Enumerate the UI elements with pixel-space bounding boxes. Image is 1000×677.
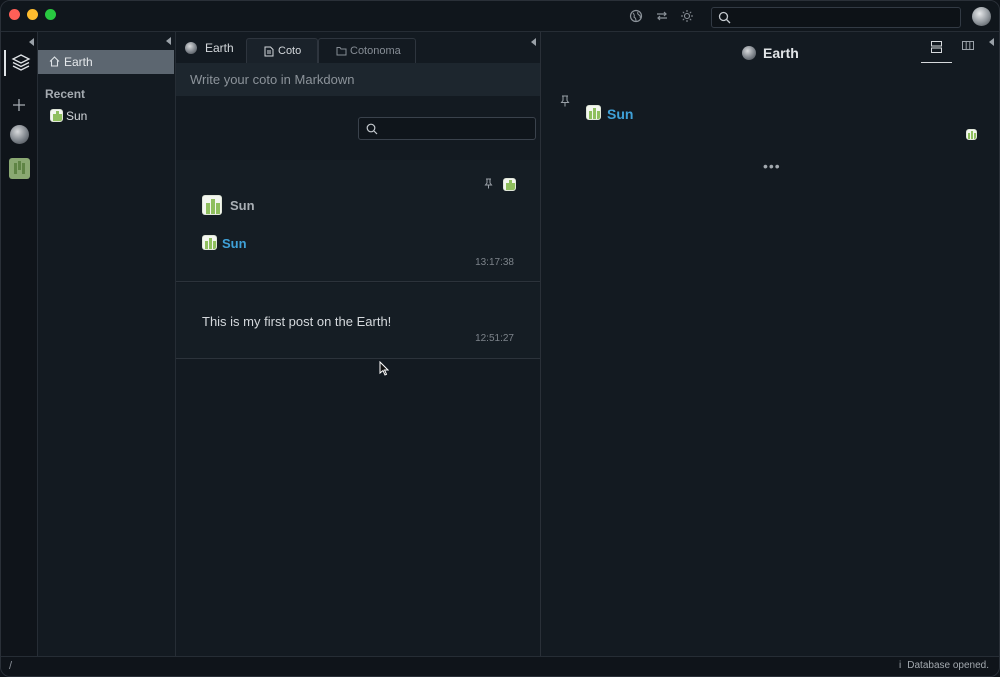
sun-cotonoma-icon[interactable] xyxy=(966,129,977,140)
nav-current-cotonoma[interactable]: Earth xyxy=(38,50,174,74)
status-path: / xyxy=(9,660,13,672)
cotonoma-heading-label: Earth xyxy=(763,45,799,61)
zoom-window-button[interactable] xyxy=(45,9,56,20)
minimize-window-button[interactable] xyxy=(27,9,38,20)
user-avatar[interactable] xyxy=(972,7,991,26)
cotonoma-link-label: Sun xyxy=(222,236,247,251)
layers-icon[interactable] xyxy=(4,50,36,76)
cotonoma-title-label: Sun xyxy=(230,198,255,213)
earth-icon xyxy=(185,42,197,54)
sync-arrows-icon[interactable] xyxy=(655,9,669,23)
sun-cotonoma-icon xyxy=(50,109,63,122)
home-icon xyxy=(49,56,60,67)
coto-content: This is my first post on the Earth! xyxy=(202,314,392,329)
tab-coto-label: Coto xyxy=(278,45,302,57)
pinned-cotonoma-label: Sun xyxy=(607,106,634,122)
pin-icon[interactable] xyxy=(484,178,493,189)
collapse-rail-icon[interactable] xyxy=(29,38,34,46)
collapse-detail-icon[interactable] xyxy=(989,38,994,46)
globe-icon[interactable] xyxy=(629,9,643,23)
info-icon: i xyxy=(899,660,902,671)
status-message-text: Database opened. xyxy=(907,660,989,671)
recent-heading: Recent xyxy=(45,87,86,101)
coto-card[interactable]: This is my first post on the Earth! 12:5… xyxy=(176,283,540,359)
nav-current-label: Earth xyxy=(64,55,93,69)
add-node-icon[interactable] xyxy=(12,98,26,112)
tab-cotonoma[interactable]: Cotonoma xyxy=(318,38,416,63)
collapse-nav-icon[interactable] xyxy=(166,37,171,45)
cotonoma-nav-panel: Earth Recent Sun xyxy=(38,32,176,656)
tab-coto[interactable]: Coto xyxy=(246,38,318,63)
earth-icon xyxy=(742,46,756,60)
search-icon xyxy=(718,11,731,24)
columns-view-icon[interactable] xyxy=(962,41,974,51)
coto-composer[interactable]: Write your coto in Markdown xyxy=(176,63,540,96)
left-rail xyxy=(1,32,38,656)
search-icon xyxy=(366,123,378,135)
folder-icon xyxy=(336,47,347,56)
stack-view-icon xyxy=(931,41,942,53)
timeline-pane: Earth Coto Cotonoma Write your coto in M… xyxy=(176,32,541,656)
coto-timestamp: 12:51:27 xyxy=(475,333,514,344)
sun-theme-icon[interactable] xyxy=(680,9,694,23)
sun-cotonoma-icon[interactable] xyxy=(503,178,516,191)
stack-view-button[interactable] xyxy=(921,39,952,63)
sun-cotonoma-icon xyxy=(586,105,601,120)
coto-card[interactable]: Sun Sun 13:17:38 xyxy=(176,160,540,282)
collapse-timeline-icon[interactable] xyxy=(531,38,536,46)
mouse-cursor-icon xyxy=(379,361,389,376)
app-window: Earth Recent Sun Earth Coto Cotonoma Wri… xyxy=(0,0,1000,677)
coto-timestamp: 13:17:38 xyxy=(475,257,514,268)
more-icon[interactable]: ••• xyxy=(763,158,781,174)
pin-icon[interactable] xyxy=(560,95,570,107)
title-bar xyxy=(1,1,999,32)
composer-placeholder: Write your coto in Markdown xyxy=(190,72,355,87)
status-bar: / i Database opened. xyxy=(1,656,999,676)
sun-node-icon xyxy=(14,161,25,174)
close-window-button[interactable] xyxy=(9,9,20,20)
tab-home-label: Earth xyxy=(205,41,234,55)
sun-cotonoma-icon xyxy=(202,195,222,215)
sun-cotonoma-icon xyxy=(202,235,217,250)
timeline-search-input[interactable] xyxy=(358,117,536,140)
recent-item-label: Sun xyxy=(66,109,88,123)
status-message: i Database opened. xyxy=(899,660,989,671)
sun-node-avatar[interactable] xyxy=(9,158,30,179)
global-search-input[interactable] xyxy=(711,7,961,28)
earth-node-avatar[interactable] xyxy=(10,125,29,144)
tab-cotonoma-label: Cotonoma xyxy=(350,45,401,57)
document-icon xyxy=(264,46,274,57)
cotonoma-detail-pane: Earth Sun ••• xyxy=(542,32,999,656)
